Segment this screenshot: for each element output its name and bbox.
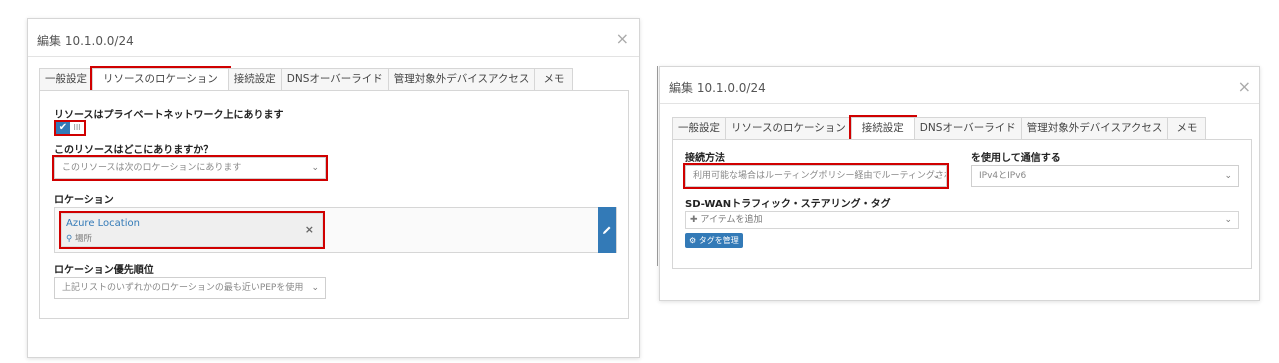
divider <box>660 103 1259 104</box>
location-label: ロケーション <box>54 195 114 206</box>
edit-dialog-connection: 編集 10.1.0.0/24 × 一般設定 リソースのロケーション 接続設定 D… <box>659 66 1260 301</box>
divider <box>657 66 658 266</box>
tab-panel: リソースはプライベートネットワーク上にあります ✔ III このリソースはどこに… <box>39 90 629 319</box>
connection-method-select[interactable]: 利用可能な場合はルーティングポリシー経由でルーティングされた I ⌄ <box>683 163 949 189</box>
ip-version-select[interactable]: IPv4とIPv6 ⌄ <box>971 165 1239 187</box>
location-list: Azure Location ⚲ 場所 × <box>54 207 617 253</box>
dialog-title: 編集 10.1.0.0/24 <box>37 34 134 48</box>
check-icon: ✔ <box>56 122 70 134</box>
chevron-down-icon: ⌄ <box>1224 171 1232 181</box>
edit-location-button[interactable] <box>598 207 616 253</box>
manage-tags-button[interactable]: ⚙ タグを管理 <box>685 233 743 248</box>
location-sub: ⚲ 場所 <box>66 232 92 244</box>
tab-connection[interactable]: 接続設定 <box>227 68 282 90</box>
connection-method-label: 接続方法 <box>685 153 725 164</box>
add-item-input[interactable]: ✚ アイテムを追加 ⌄ <box>685 211 1239 229</box>
ip-version-value: IPv4とIPv6 <box>979 171 1027 181</box>
tab-notes[interactable]: メモ <box>1167 117 1207 139</box>
add-item-text: ✚ アイテムを追加 <box>690 215 763 225</box>
location-card[interactable]: Azure Location ⚲ 場所 × <box>59 211 325 249</box>
chevron-down-icon: ⌄ <box>311 163 319 173</box>
tab-dns-override[interactable]: DNSオーバーライド <box>280 68 389 90</box>
connection-method-value: 利用可能な場合はルーティングポリシー経由でルーティングされた I <box>693 171 947 181</box>
close-icon[interactable]: × <box>1238 77 1251 96</box>
chevron-down-icon: ⌄ <box>932 171 940 181</box>
priority-select-value: 上記リストのいずれかのロケーションの最も近いPEPを使用 <box>62 283 304 293</box>
chevron-down-icon: ⌄ <box>311 283 319 293</box>
tab-bar: 一般設定 リソースのロケーション 接続設定 DNSオーバーライド 管理対象外デバ… <box>39 66 574 92</box>
chevron-down-icon: ⌄ <box>1224 215 1232 225</box>
sdwan-tags-label: SD-WANトラフィック・ステアリング・タグ <box>685 199 891 210</box>
close-icon[interactable]: × <box>616 29 629 48</box>
location-type: 場所 <box>74 234 92 244</box>
priority-label: ロケーション優先順位 <box>54 265 154 276</box>
communicate-using-label: を使用して通信する <box>971 153 1061 164</box>
tab-general[interactable]: 一般設定 <box>39 68 93 90</box>
map-pin-icon: ⚲ <box>66 234 73 244</box>
private-network-label: リソースはプライベートネットワーク上にあります <box>54 110 284 121</box>
divider <box>28 56 639 57</box>
tab-notes[interactable]: メモ <box>534 68 574 90</box>
tab-resource-location[interactable]: リソースのロケーション <box>90 66 231 92</box>
tab-panel: 接続方法 利用可能な場合はルーティングポリシー経由でルーティングされた I ⌄ … <box>672 139 1252 269</box>
where-select-value: このリソースは次のロケーションにあります <box>62 163 242 173</box>
private-network-toggle[interactable]: ✔ III <box>54 120 86 136</box>
tab-unmanaged-device-access[interactable]: 管理対象外デバイスアクセス <box>387 68 536 90</box>
tab-unmanaged-device-access[interactable]: 管理対象外デバイスアクセス <box>1020 117 1169 139</box>
edit-dialog-location: 編集 10.1.0.0/24 × 一般設定 リソースのロケーション 接続設定 D… <box>27 18 640 358</box>
tab-bar: 一般設定 リソースのロケーション 接続設定 DNSオーバーライド 管理対象外デバ… <box>672 115 1207 141</box>
pencil-icon <box>603 226 611 234</box>
tab-general[interactable]: 一般設定 <box>672 117 726 139</box>
remove-location-icon[interactable]: × <box>305 223 314 236</box>
dialog-title: 編集 10.1.0.0/24 <box>669 81 766 95</box>
tab-connection[interactable]: 接続設定 <box>848 115 917 141</box>
tab-resource-location[interactable]: リソースのロケーション <box>725 117 852 139</box>
priority-select[interactable]: 上記リストのいずれかのロケーションの最も近いPEPを使用 ⌄ <box>54 277 326 299</box>
tab-dns-override[interactable]: DNSオーバーライド <box>913 117 1022 139</box>
location-name: Azure Location <box>66 218 140 229</box>
where-label: このリソースはどこにありますか？ <box>54 145 214 156</box>
toggle-off-indicator: III <box>73 123 81 132</box>
where-select[interactable]: このリソースは次のロケーションにあります ⌄ <box>52 155 328 181</box>
